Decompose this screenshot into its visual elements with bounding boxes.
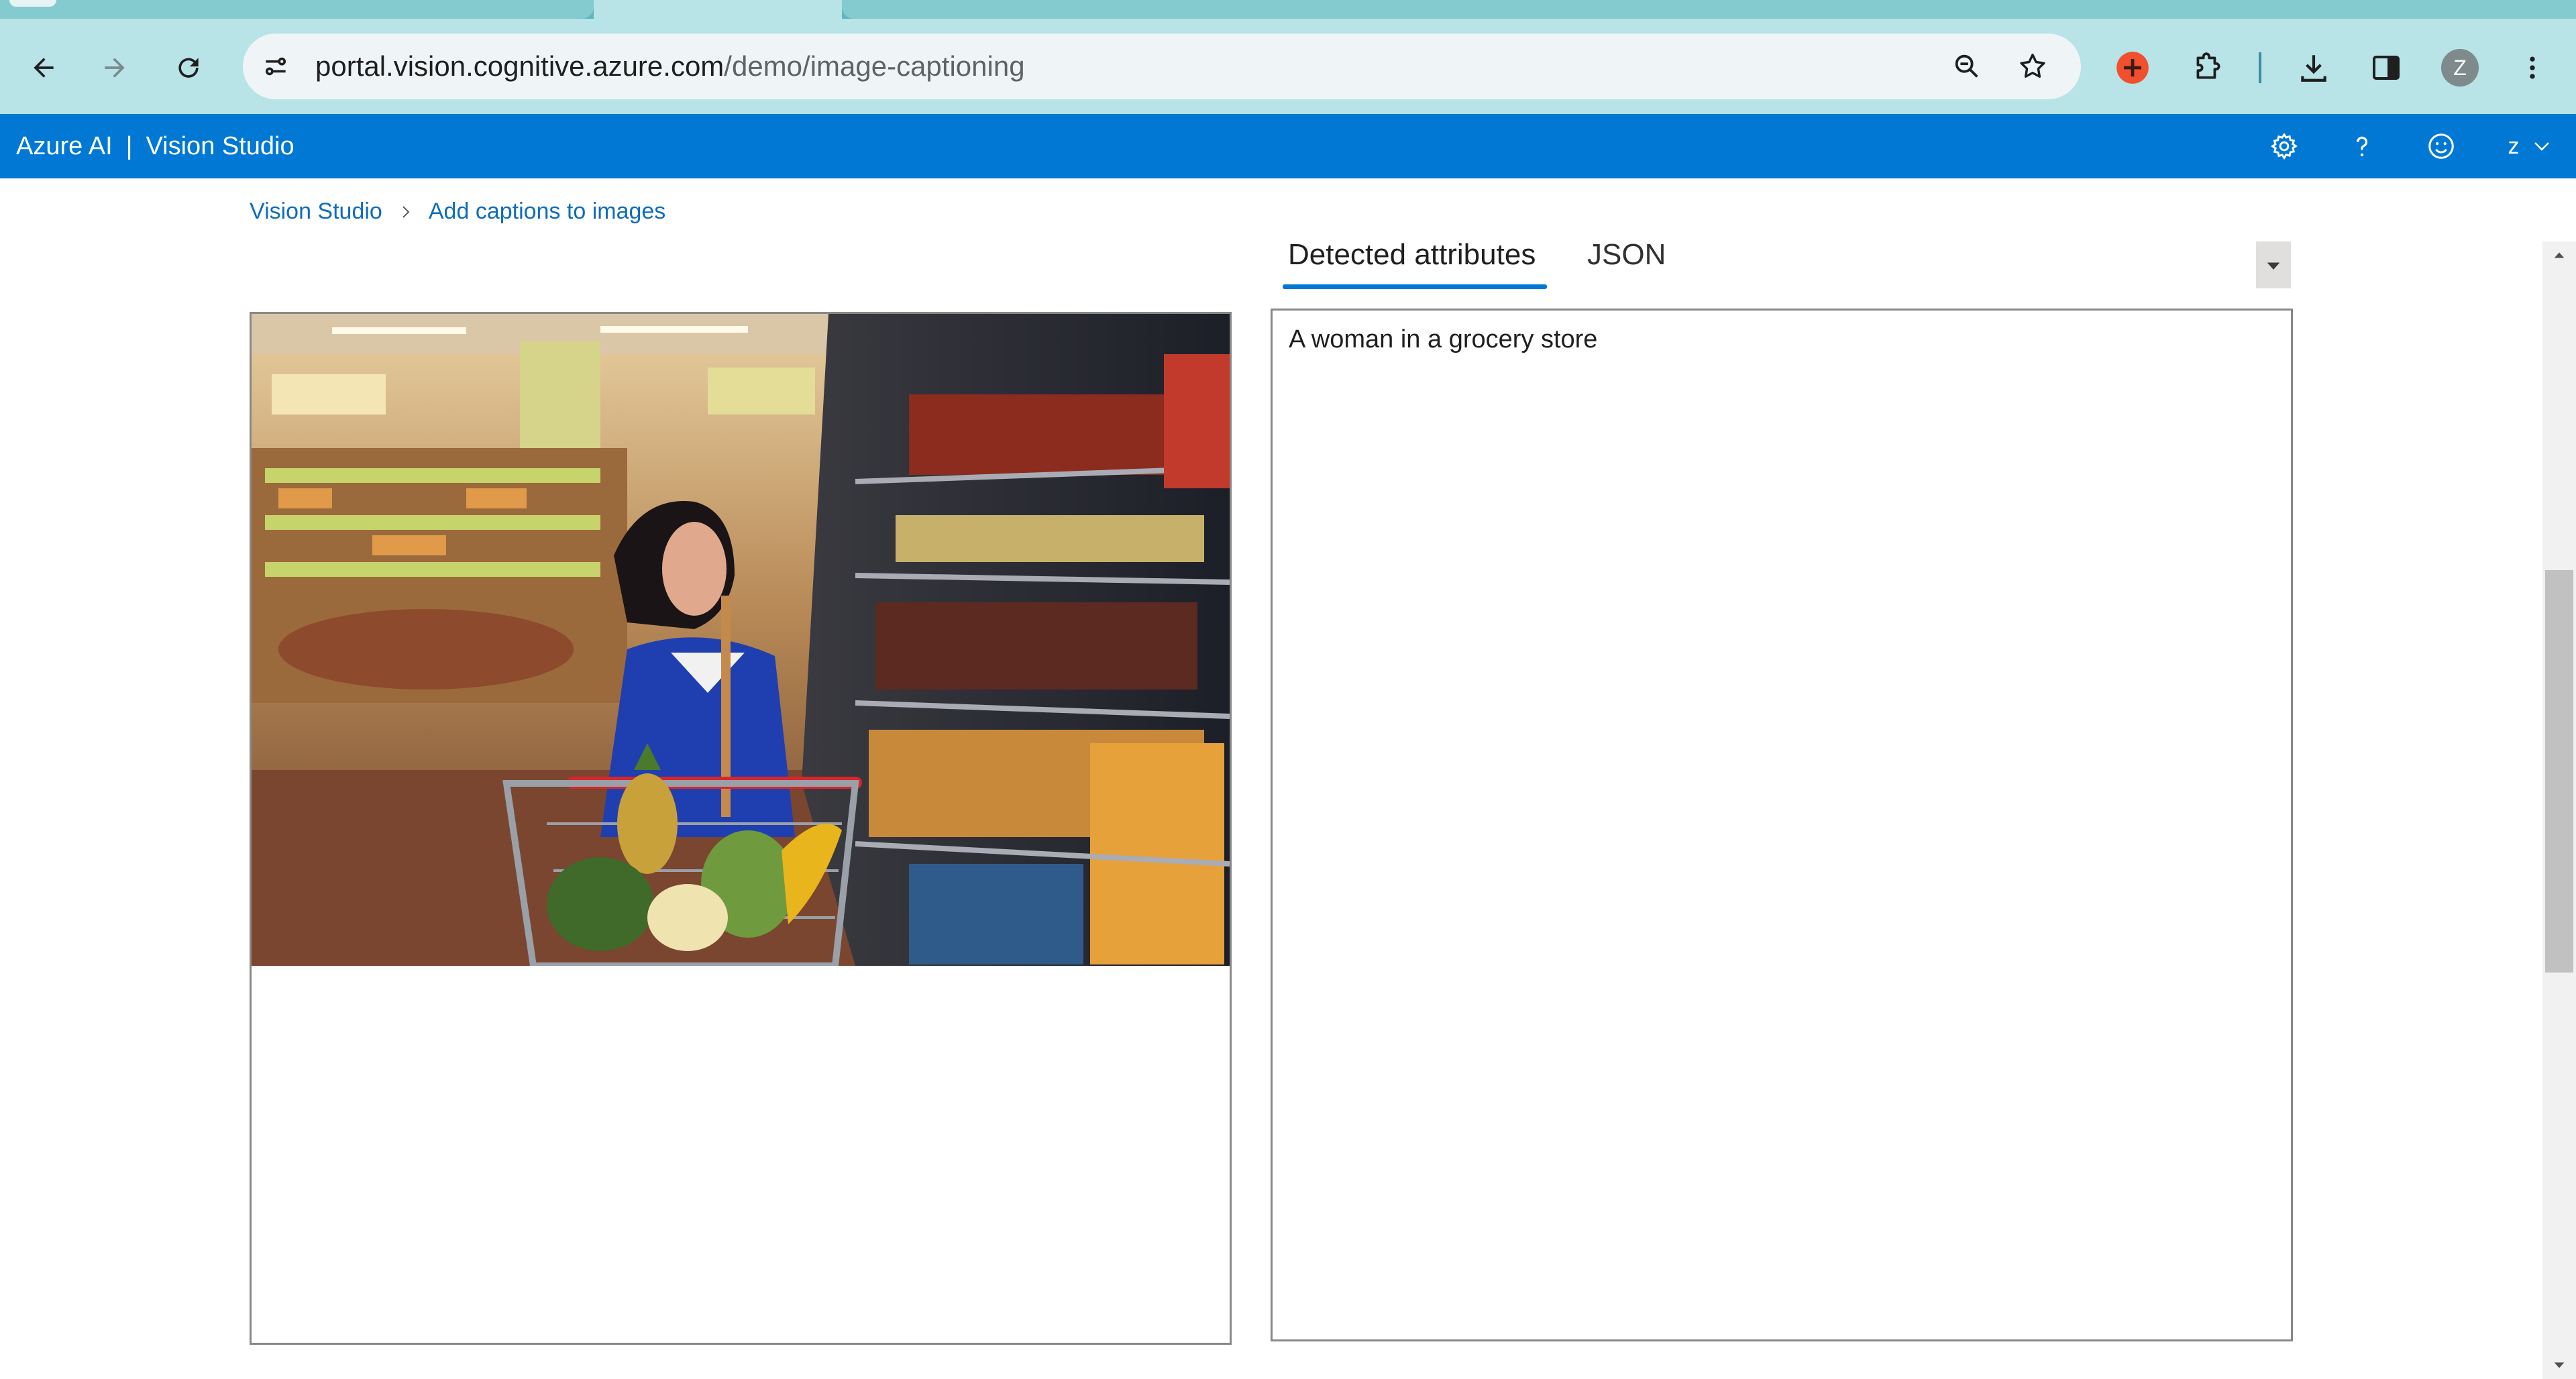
brand-separator: | <box>125 132 133 160</box>
tab-favicon <box>9 0 56 7</box>
help-icon[interactable] <box>2339 114 2385 178</box>
url-text[interactable]: portal.vision.cognitive.azure.com/demo/i… <box>315 34 1025 99</box>
grocery-store-photo <box>252 314 1230 966</box>
browser-tab-inactive-2[interactable] <box>842 0 2576 19</box>
user-menu[interactable]: z <box>2493 114 2567 178</box>
breadcrumb-vision-studio[interactable]: Vision Studio <box>250 199 382 224</box>
zoom-icon[interactable] <box>1943 43 1990 90</box>
product-name: Azure AI <box>16 132 113 160</box>
url-host: portal.vision.cognitive.azure.com <box>315 50 724 82</box>
breadcrumb-add-captions[interactable]: Add captions to images <box>429 199 665 224</box>
reload-icon[interactable] <box>165 44 212 91</box>
scroll-up-icon[interactable] <box>2542 241 2576 268</box>
browser-tab-active[interactable] <box>594 0 842 19</box>
toolbar-divider <box>2259 52 2261 83</box>
address-bar[interactable]: portal.vision.cognitive.azure.com/demo/i… <box>243 34 2081 99</box>
tab-detected-attributes[interactable]: Detected attributes <box>1288 231 1536 292</box>
browser-tab-inactive[interactable] <box>0 0 594 19</box>
browser-menu-icon[interactable] <box>2509 44 2556 91</box>
breadcrumb: Vision Studio Add captions to images <box>250 195 665 228</box>
detected-attributes-panel: A woman in a grocery store <box>1271 309 2293 1341</box>
caption-text: A woman in a grocery store <box>1289 325 1598 353</box>
image-preview-panel <box>250 312 1232 1345</box>
panel-collapse-button[interactable] <box>2256 241 2291 288</box>
side-panel-icon[interactable] <box>2363 44 2410 91</box>
scrollbar-thumb[interactable] <box>2545 570 2573 973</box>
url-path: /demo/image-captioning <box>724 50 1025 82</box>
browser-tab-strip <box>0 0 2576 19</box>
app-header: Azure AI | Vision Studio z <box>0 114 2576 178</box>
user-initial: z <box>2508 133 2520 159</box>
settings-gear-icon[interactable] <box>2261 114 2308 178</box>
bookmark-star-icon[interactable] <box>2009 43 2056 90</box>
extension-plus-icon[interactable] <box>2109 44 2156 91</box>
chevron-down-icon <box>2534 142 2549 151</box>
selected-tab-indicator <box>1283 284 1547 289</box>
extensions-puzzle-icon[interactable] <box>2184 44 2231 91</box>
tab-json[interactable]: JSON <box>1587 231 1666 292</box>
app-name: Vision Studio <box>146 132 294 160</box>
screen: portal.vision.cognitive.azure.com/demo/i… <box>0 0 2576 1379</box>
chevron-right-icon <box>398 196 414 229</box>
scroll-down-icon[interactable] <box>2542 1352 2576 1379</box>
profile-initial: Z <box>2441 49 2479 87</box>
site-info-icon[interactable] <box>252 43 299 90</box>
browser-toolbar: portal.vision.cognitive.azure.com/demo/i… <box>0 19 2576 114</box>
brand[interactable]: Azure AI | Vision Studio <box>16 114 294 178</box>
forward-arrow-icon[interactable] <box>91 44 138 91</box>
caret-down-icon <box>2267 262 2280 270</box>
back-arrow-icon[interactable] <box>20 44 67 91</box>
feedback-smiley-icon[interactable] <box>2418 114 2465 178</box>
profile-avatar[interactable]: Z <box>2436 44 2483 91</box>
download-icon[interactable] <box>2290 44 2337 91</box>
page-scrollbar[interactable] <box>2542 241 2576 1379</box>
